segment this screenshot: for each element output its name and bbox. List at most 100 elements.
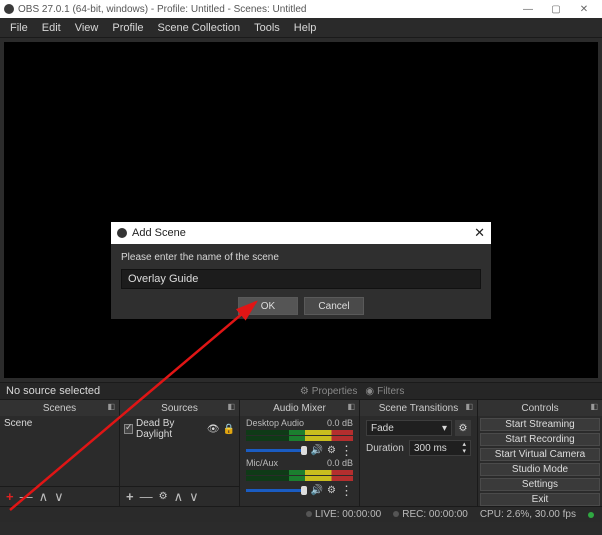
cancel-button[interactable]: Cancel <box>304 297 364 315</box>
audio-ch-name: Desktop Audio <box>246 418 304 428</box>
source-gear-button[interactable]: ⚙ <box>159 491 168 502</box>
exit-button[interactable]: Exit <box>480 493 600 506</box>
menubar: File Edit View Profile Scene Collection … <box>0 18 602 38</box>
dialog-close-button[interactable]: ✕ <box>474 225 485 241</box>
audio-channel-desktop: Desktop Audio 0.0 dB 🔊 ⚙ ⋮ <box>240 416 359 456</box>
source-checkbox[interactable] <box>124 424 133 434</box>
speaker-icon[interactable]: 🔊 <box>311 445 323 456</box>
scene-down-button[interactable]: ∨ <box>54 489 64 505</box>
ok-button[interactable]: OK <box>238 297 298 315</box>
source-remove-button[interactable]: — <box>140 489 153 504</box>
audio-mixer-panel: Audio Mixer ◧ Desktop Audio 0.0 dB 🔊 ⚙ ⋮ <box>240 400 360 506</box>
volume-slider[interactable] <box>246 449 307 452</box>
audio-meter <box>246 430 353 435</box>
status-live: LIVE: 00:00:00 <box>306 509 381 520</box>
dock-icon[interactable]: ◧ <box>227 402 235 411</box>
audio-meter <box>246 436 353 441</box>
context-strip: No source selected ⚙ Properties ◉ Filter… <box>0 382 602 400</box>
audio-header: Audio Mixer <box>273 403 326 414</box>
dock-icon[interactable]: ◧ <box>107 402 115 411</box>
scenes-tools: + — ∧ ∨ <box>0 486 119 506</box>
audio-channel-mic: Mic/Aux 0.0 dB 🔊 ⚙ ⋮ <box>240 456 359 496</box>
sources-header: Sources <box>161 403 198 414</box>
preview-area[interactable] <box>4 42 598 378</box>
menu-help[interactable]: Help <box>288 20 323 36</box>
menu-file[interactable]: File <box>4 20 34 36</box>
audio-ch-db: 0.0 dB <box>327 418 353 428</box>
status-bar: LIVE: 00:00:00 REC: 00:00:00 CPU: 2.6%, … <box>0 506 602 522</box>
dialog-title: Add Scene <box>132 227 186 239</box>
transition-gear-button[interactable]: ⚙ <box>455 420 471 436</box>
source-up-button[interactable]: ∧ <box>174 489 184 505</box>
gear-icon: ⚙ <box>459 423 468 434</box>
source-add-button[interactable]: + <box>126 489 134 504</box>
window-maximize[interactable]: ▢ <box>542 1 570 17</box>
more-icon[interactable]: ⋮ <box>340 488 353 494</box>
scene-remove-button[interactable]: — <box>20 489 33 504</box>
transition-select[interactable]: Fade ▾ <box>366 420 452 436</box>
dialog-prompt: Please enter the name of the scene <box>121 252 481 263</box>
spinner-icon: ▴▾ <box>462 441 466 455</box>
transitions-panel: Scene Transitions ◧ Fade ▾ ⚙ Duration 30… <box>360 400 478 506</box>
duration-field[interactable]: 300 ms ▴▾ <box>409 440 471 456</box>
add-scene-dialog: Add Scene ✕ Please enter the name of the… <box>111 222 491 319</box>
volume-slider[interactable] <box>246 489 307 492</box>
scenes-header: Scenes <box>43 403 76 414</box>
window-close[interactable]: ✕ <box>570 1 598 17</box>
duration-label: Duration <box>366 443 406 454</box>
titlebar: OBS 27.0.1 (64-bit, windows) - Profile: … <box>0 0 602 18</box>
more-icon[interactable]: ⋮ <box>340 448 353 454</box>
studio-mode-button[interactable]: Studio Mode <box>480 463 600 476</box>
filter-icon: ◉ <box>365 386 374 397</box>
sources-panel: Sources ◧ Dead By Daylight 👁 🔒 + — ⚙ ∧ ∨ <box>120 400 240 506</box>
audio-meter <box>246 476 353 481</box>
source-item[interactable]: Dead By Daylight 👁 🔒 <box>120 416 239 442</box>
window-minimize[interactable]: — <box>514 1 542 17</box>
scene-add-button[interactable]: + <box>6 489 14 504</box>
dock-icon[interactable]: ◧ <box>347 402 355 411</box>
status-indicator-icon <box>588 512 594 518</box>
dock-icon[interactable]: ◧ <box>590 402 598 411</box>
audio-meter <box>246 470 353 475</box>
chevron-down-icon: ▾ <box>442 423 447 434</box>
properties-label: Properties <box>312 386 358 397</box>
lock-icon[interactable]: 🔒 <box>223 424 235 435</box>
source-down-button[interactable]: ∨ <box>189 489 199 505</box>
menu-scene-collection[interactable]: Scene Collection <box>152 20 247 36</box>
source-name: Dead By Daylight <box>136 418 204 440</box>
scene-up-button[interactable]: ∧ <box>39 489 49 505</box>
filters-label: Filters <box>377 386 404 397</box>
audio-ch-db: 0.0 dB <box>327 458 353 468</box>
properties-button[interactable]: ⚙ Properties <box>300 386 358 397</box>
menu-edit[interactable]: Edit <box>36 20 67 36</box>
scenes-panel: Scenes ◧ Scene + — ∧ ∨ <box>0 400 120 506</box>
window-title: OBS 27.0.1 (64-bit, windows) - Profile: … <box>18 4 306 15</box>
start-streaming-button[interactable]: Start Streaming <box>480 418 600 431</box>
obs-icon <box>117 228 127 238</box>
transitions-header: Scene Transitions <box>379 403 459 414</box>
start-virtual-camera-button[interactable]: Start Virtual Camera <box>480 448 600 461</box>
speaker-icon[interactable]: 🔊 <box>311 485 323 496</box>
settings-button[interactable]: Settings <box>480 478 600 491</box>
no-source-label: No source selected <box>6 385 100 397</box>
audio-ch-name: Mic/Aux <box>246 458 278 468</box>
dock-icon[interactable]: ◧ <box>465 402 473 411</box>
start-recording-button[interactable]: Start Recording <box>480 433 600 446</box>
obs-icon <box>4 4 14 14</box>
scene-item[interactable]: Scene <box>4 418 115 429</box>
transition-selected: Fade <box>371 423 394 434</box>
panels-row: Scenes ◧ Scene + — ∧ ∨ Sources ◧ Dead By… <box>0 400 602 506</box>
controls-header: Controls <box>521 403 558 414</box>
eye-icon[interactable]: 👁 <box>207 424 220 435</box>
gear-icon: ⚙ <box>300 386 309 397</box>
menu-tools[interactable]: Tools <box>248 20 286 36</box>
sources-tools: + — ⚙ ∧ ∨ <box>120 486 239 506</box>
menu-view[interactable]: View <box>69 20 105 36</box>
scene-name-input[interactable] <box>121 269 481 289</box>
status-cpu: CPU: 2.6%, 30.00 fps <box>480 509 576 520</box>
menu-profile[interactable]: Profile <box>106 20 149 36</box>
gear-icon[interactable]: ⚙ <box>327 485 336 496</box>
controls-panel: Controls ◧ Start Streaming Start Recordi… <box>478 400 602 506</box>
gear-icon[interactable]: ⚙ <box>327 445 336 456</box>
filters-button[interactable]: ◉ Filters <box>365 386 404 397</box>
